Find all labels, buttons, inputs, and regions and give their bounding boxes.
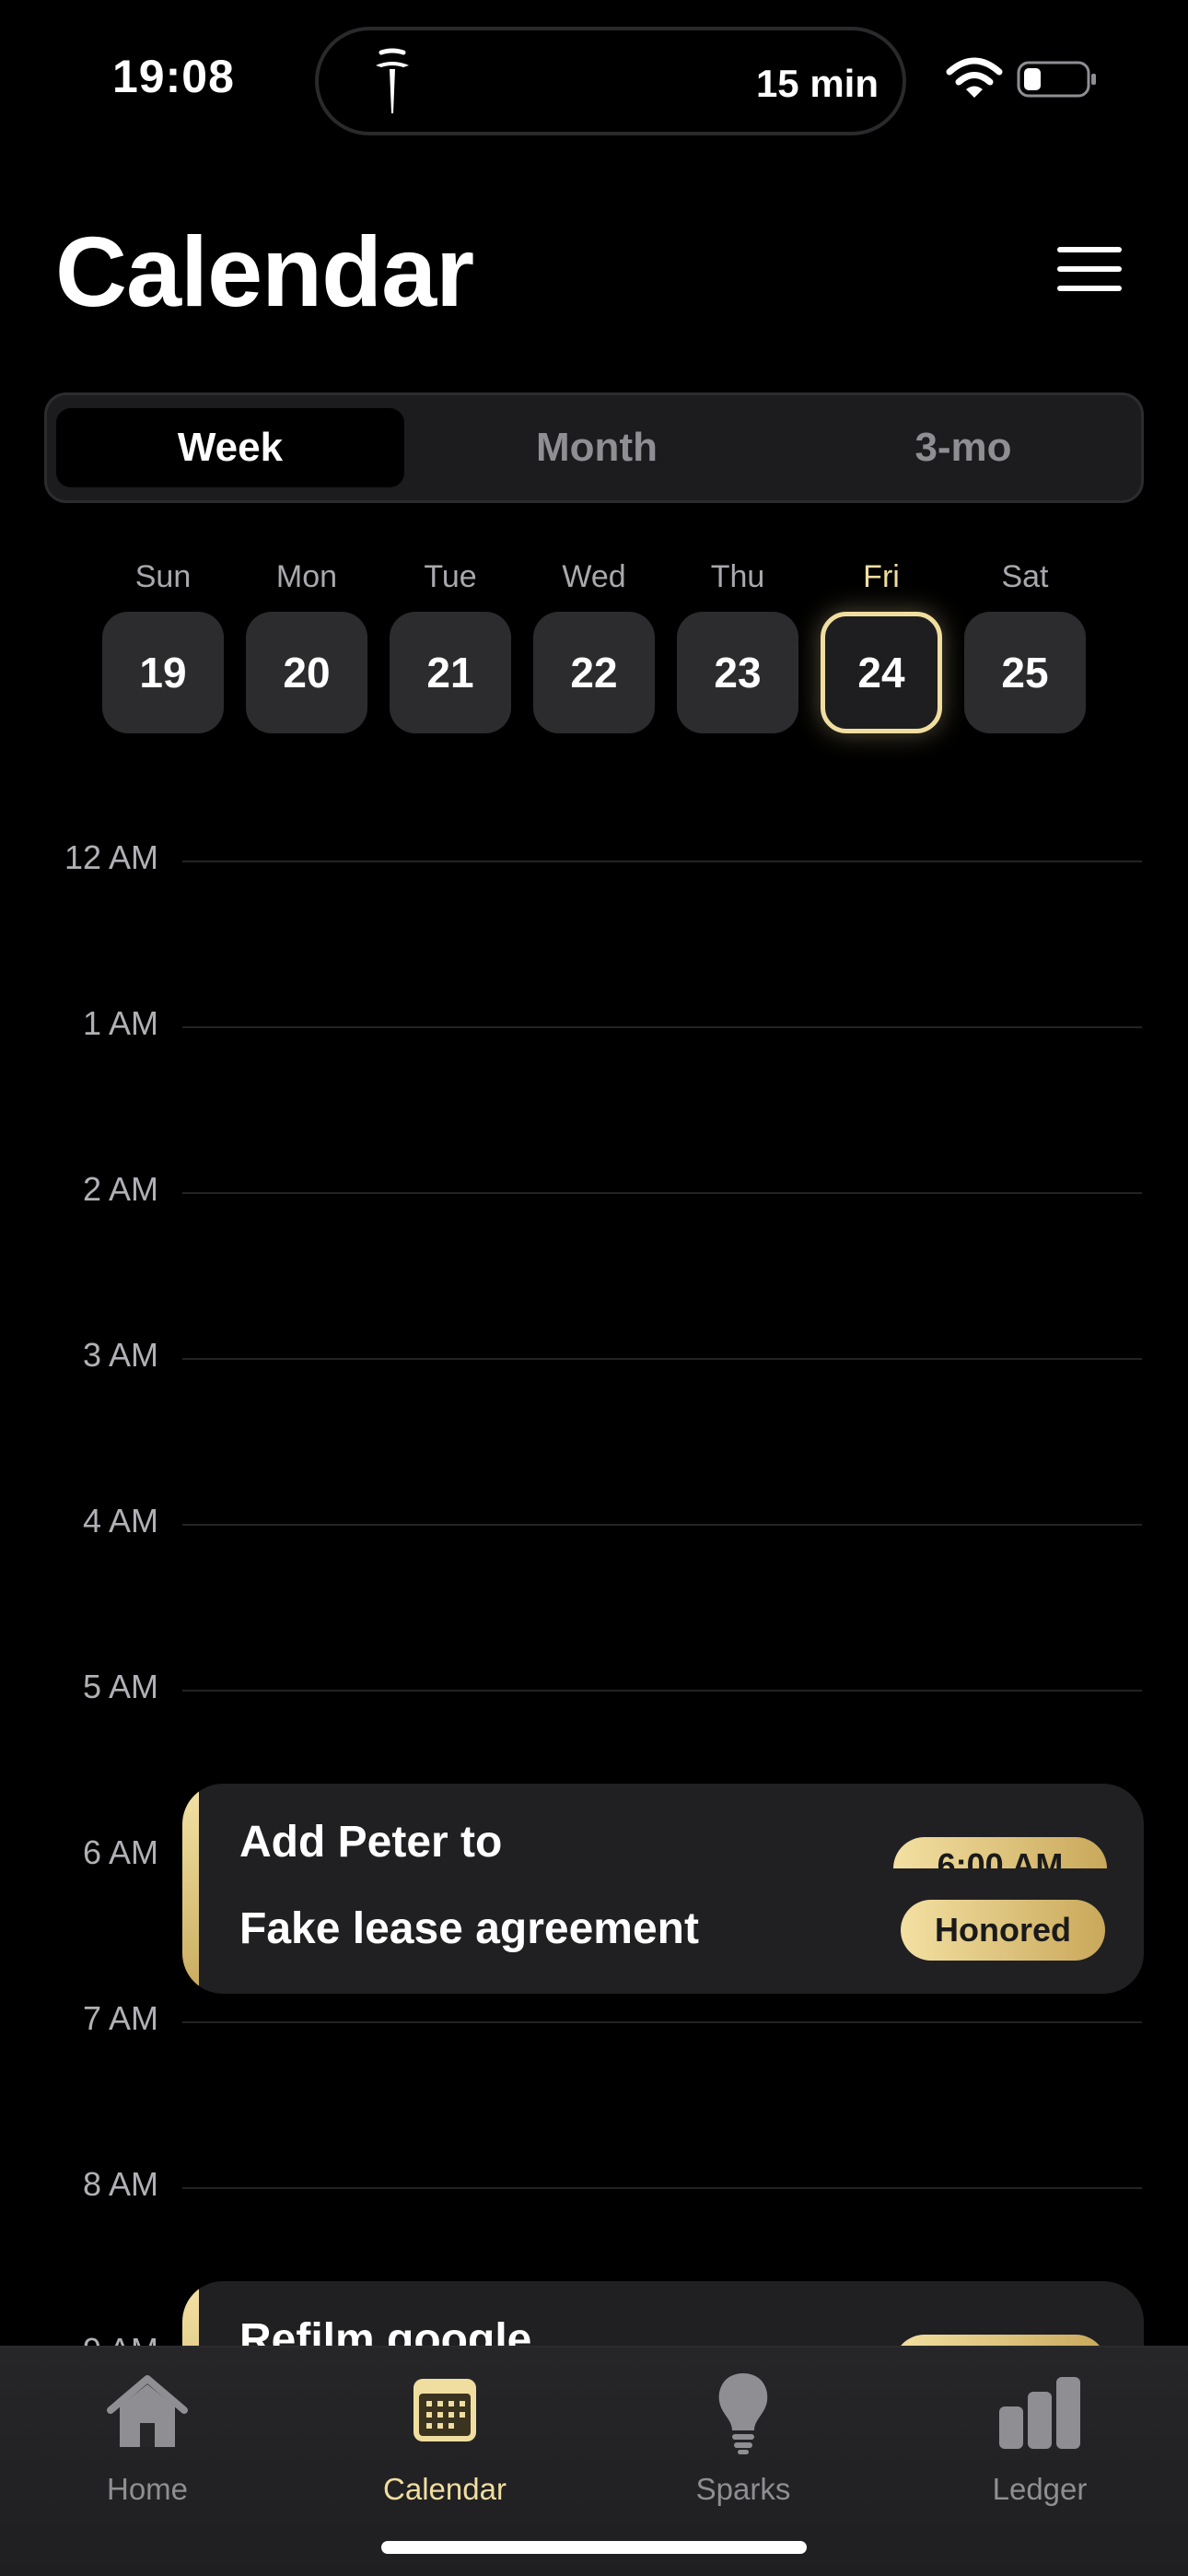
hour-row: 7 AM [0,1999,1188,2037]
day-sun[interactable]: Sun 19 [102,553,224,733]
day-name: Wed [562,559,626,594]
tab-sparks[interactable]: Sparks [642,2366,844,2507]
event-time-pill: 6:00 AM [893,1837,1107,1868]
day-wed[interactable]: Wed 22 [533,553,655,733]
hour-divider [182,1524,1142,1526]
calendar-icon [413,2379,476,2441]
hour-label: 12 AM [64,838,158,876]
tab-calendar[interactable]: Calendar [344,2366,546,2507]
event-subtitle: Fake lease agreement [239,1904,699,1953]
tab-label: Sparks [695,2472,791,2506]
hour-label: 3 AM [82,1336,158,1374]
hour-row: 12 AM [0,838,1188,876]
day-tue[interactable]: Tue 21 [390,553,511,733]
hour-label: 7 AM [82,1999,158,2037]
hamburger-icon [1057,247,1122,252]
hour-label: 6 AM [82,1833,158,1871]
hour-row: 1 AM [0,1004,1188,1042]
status-bar: 19:08 15 min [0,0,1188,147]
bar-chart-icon [999,2377,1080,2449]
tab-label: Calendar [383,2472,507,2506]
day-name: Fri [863,559,900,594]
day-number[interactable]: 22 [533,612,655,733]
day-name: Mon [275,559,338,594]
day-thu[interactable]: Thu 23 [677,553,798,733]
wifi-icon [946,57,1003,98]
home-indicator[interactable] [381,2541,807,2554]
day-name: Sun [134,559,192,594]
segment-week[interactable]: Week [56,408,404,487]
hour-divider [182,1690,1142,1692]
segment-month[interactable]: Month [423,408,771,487]
day-fri-selected[interactable]: Fri 24 [821,553,942,733]
hour-row: 8 AM [0,2165,1188,2203]
hour-label: 5 AM [82,1668,158,1705]
hour-divider [182,2187,1142,2189]
hour-label: 1 AM [82,1004,158,1042]
hour-divider [182,1192,1142,1194]
island-timer-text: 15 min [755,62,879,105]
battery-icon [1017,61,1096,98]
hour-label: 2 AM [82,1170,158,1208]
hour-divider [182,2021,1142,2023]
week-strip: Sun 19 Mon 20 Tue 21 Wed 22 Thu 23 Fri 2… [0,553,1188,737]
tab-ledger[interactable]: Ledger [938,2366,1141,2507]
segment-3-month[interactable]: 3-mo [789,408,1137,487]
lightbulb-icon [718,2373,768,2454]
day-number[interactable]: 19 [102,612,224,733]
event-status-badge[interactable]: Honored [901,1900,1105,1961]
day-number[interactable]: 21 [390,612,511,733]
event-title: Add Peter to [239,1818,503,1867]
hour-divider [182,1358,1142,1360]
day-number[interactable]: 25 [964,612,1086,733]
house-icon [107,2375,188,2447]
event-time-clip: 6:00 AM [893,1837,1107,1868]
tab-label: Ledger [992,2472,1088,2506]
dynamic-island[interactable]: 15 min [315,27,906,135]
event-accent-bar [182,1784,199,1994]
day-name: Sat [1001,559,1049,594]
hour-label: 4 AM [82,1502,158,1540]
hour-row: 2 AM [0,1170,1188,1208]
status-time: 19:08 [112,51,235,102]
page-title: Calendar [55,216,474,327]
day-sat[interactable]: Sat 25 [964,553,1086,733]
tab-label: Home [106,2472,189,2506]
day-number[interactable]: 20 [246,612,367,733]
hour-divider [182,861,1142,862]
day-name: Tue [424,559,477,594]
day-number[interactable]: 23 [677,612,798,733]
hour-row: 4 AM [0,1502,1188,1540]
day-number[interactable]: 24 [821,612,942,733]
tab-home[interactable]: Home [46,2366,249,2507]
hour-row: 3 AM [0,1336,1188,1374]
view-segmented-control: Week Month 3-mo [44,392,1144,503]
hour-row: 5 AM [0,1668,1188,1705]
hour-label: 8 AM [82,2165,158,2203]
tesla-logo-icon [376,48,409,113]
hamburger-icon-line [1057,266,1122,272]
hour-divider [182,1026,1142,1028]
day-name: Thu [710,559,765,594]
menu-button[interactable] [1052,241,1125,297]
hamburger-icon-line [1057,286,1122,291]
day-mon[interactable]: Mon 20 [246,553,367,733]
event-card[interactable]: Add Peter to Fake lease agreement 6:00 A… [182,1784,1144,1994]
